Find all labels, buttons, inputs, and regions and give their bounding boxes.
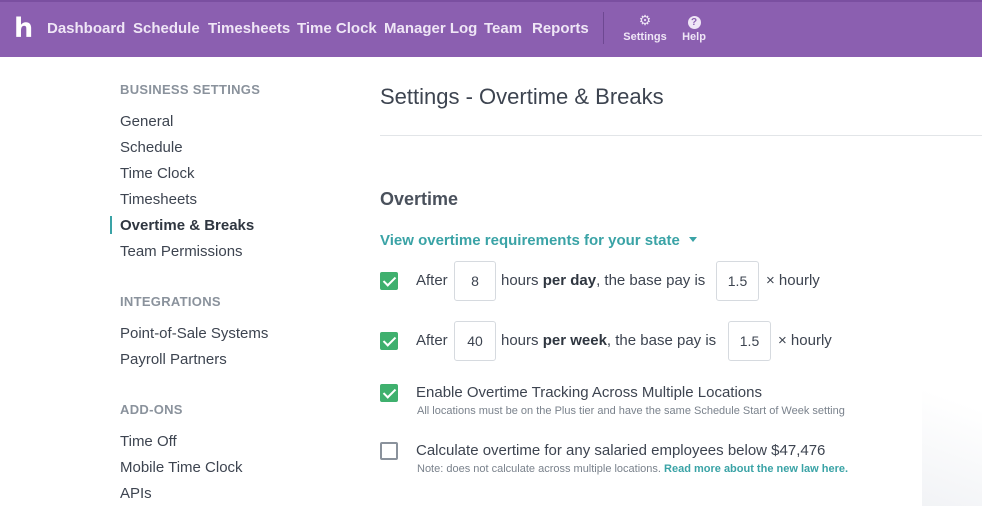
sidebar-item-timesheets[interactable]: Timesheets (120, 191, 197, 208)
nav-reports[interactable]: Reports (532, 20, 589, 38)
sidebar-active-indicator (110, 216, 112, 234)
salaried-note: Note: does not calculate across multiple… (417, 463, 848, 475)
state-requirements-link-text: View overtime requirements for your stat… (380, 232, 680, 249)
sidebar-item-team-permissions[interactable]: Team Permissions (120, 243, 243, 260)
weekly-rule-pre: hours (501, 332, 543, 349)
sidebar-item-time-clock[interactable]: Time Clock (120, 165, 194, 182)
nav-timesheets[interactable]: Timesheets (208, 20, 290, 38)
weekly-rule-post: , the base pay is (606, 332, 717, 349)
daily-rule-pre: hours (501, 272, 543, 289)
nav-settings-label: Settings (623, 31, 667, 43)
weekly-rule-bold: per week (542, 332, 607, 349)
section-title-overtime: Overtime (380, 189, 459, 209)
nav-settings[interactable]: ⚙ Settings (619, 12, 671, 43)
nav-dashboard[interactable]: Dashboard (47, 20, 125, 38)
salaried-note-text: Note: does not calculate across multiple… (417, 463, 661, 475)
sidebar-item-mobile-time-clock[interactable]: Mobile Time Clock (120, 459, 243, 476)
sidebar-item-overtime-breaks[interactable]: Overtime & Breaks (120, 217, 254, 234)
sidebar-item-pos-systems[interactable]: Point-of-Sale Systems (120, 325, 268, 342)
daily-overtime-checkbox[interactable] (380, 272, 398, 290)
sidebar-item-time-off[interactable]: Time Off (120, 433, 177, 450)
daily-after-label: After (416, 272, 448, 289)
weekly-suffix-label: × hourly (778, 332, 832, 349)
nav-team[interactable]: Team (484, 20, 522, 38)
sidebar-heading-integrations: INTEGRATIONS (120, 294, 221, 309)
nav-schedule[interactable]: Schedule (133, 20, 200, 38)
daily-hours-input[interactable]: 8 (454, 261, 496, 301)
nav-help-label: Help (682, 31, 706, 43)
state-requirements-link[interactable]: View overtime requirements for your stat… (380, 232, 697, 249)
sidebar-heading-addons: ADD-ONS (120, 402, 183, 417)
weekly-multiplier-input[interactable]: 1.5 (728, 321, 771, 361)
multi-location-label: Enable Overtime Tracking Across Multiple… (416, 384, 762, 401)
daily-rule-post: , the base pay is (596, 272, 706, 289)
page-title: Settings - Overtime & Breaks (380, 84, 664, 109)
top-nav-bar: h Dashboard Schedule Timesheets Time Clo… (0, 0, 982, 57)
gear-icon: ⚙ (638, 12, 652, 28)
sidebar-item-schedule[interactable]: Schedule (120, 139, 183, 156)
sidebar-item-payroll-partners[interactable]: Payroll Partners (120, 351, 227, 368)
caret-down-icon (688, 236, 697, 242)
corner-shadow (922, 330, 982, 506)
weekly-after-label: After (416, 332, 448, 349)
nav-manager-log[interactable]: Manager Log (384, 20, 477, 38)
daily-rule-bold: per day (542, 272, 597, 289)
title-divider (380, 135, 982, 136)
multi-location-note: All locations must be on the Plus tier a… (417, 405, 845, 417)
salaried-overtime-checkbox[interactable] (380, 442, 398, 460)
nav-divider (603, 12, 604, 44)
daily-multiplier-input[interactable]: 1.5 (716, 261, 759, 301)
multi-location-checkbox[interactable] (380, 384, 398, 402)
sidebar-item-apis[interactable]: APIs (120, 485, 152, 502)
homebase-logo[interactable]: h (14, 14, 33, 44)
sidebar-item-general[interactable]: General (120, 113, 173, 130)
nav-time-clock[interactable]: Time Clock (297, 20, 377, 38)
sidebar-heading-business: BUSINESS SETTINGS (120, 82, 261, 97)
salaried-overtime-label: Calculate overtime for any salaried empl… (416, 442, 826, 459)
read-more-law-link[interactable]: Read more about the new law here. (664, 463, 848, 475)
daily-suffix-label: × hourly (766, 272, 820, 289)
weekly-overtime-checkbox[interactable] (380, 332, 398, 350)
weekly-hours-input[interactable]: 40 (454, 321, 496, 361)
weekly-rule-text: hours per week, the base pay is (501, 332, 716, 349)
question-circle-icon: ? (668, 12, 720, 29)
daily-rule-text: hours per day, the base pay is (501, 272, 705, 289)
nav-help[interactable]: ? Help (668, 12, 720, 43)
